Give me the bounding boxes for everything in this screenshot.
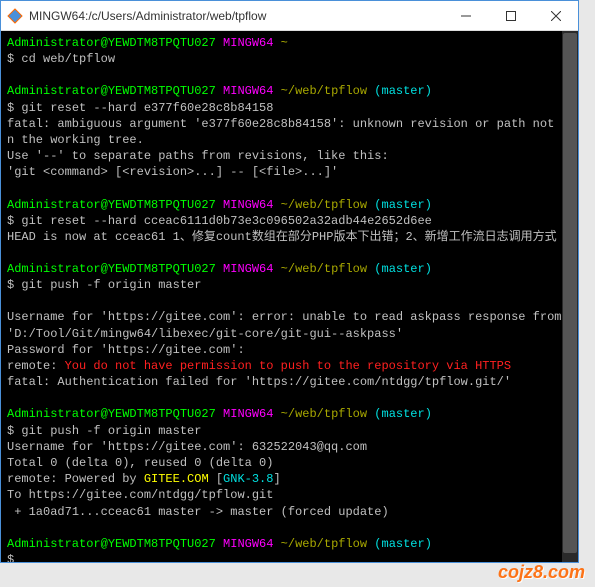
command-line: $ git reset --hard cceac6111d0b73e3c0965… <box>7 213 572 229</box>
output-line: Use '--' to separate paths from revision… <box>7 148 572 164</box>
command-line: $ git reset --hard e377f60e28c8b84158 <box>7 100 572 116</box>
output-line: To https://gitee.com/ntdgg/tpflow.git <box>7 487 572 503</box>
output-line: fatal: Authentication failed for 'https:… <box>7 374 572 390</box>
watermark: cojz8.com <box>498 562 585 583</box>
output-line: fatal: ambiguous argument 'e377f60e28c8b… <box>7 116 572 148</box>
window-title: MINGW64:/c/Users/Administrator/web/tpflo… <box>29 9 443 23</box>
command-line: $ <box>7 552 572 562</box>
minimize-button[interactable] <box>443 1 488 30</box>
titlebar[interactable]: MINGW64:/c/Users/Administrator/web/tpflo… <box>1 1 578 31</box>
prompt-line: Administrator@YEWDTM8TPQTU027 MINGW64 ~ <box>7 35 572 51</box>
maximize-button[interactable] <box>488 1 533 30</box>
prompt-line: Administrator@YEWDTM8TPQTU027 MINGW64 ~/… <box>7 406 572 422</box>
prompt-line: Administrator@YEWDTM8TPQTU027 MINGW64 ~/… <box>7 83 572 99</box>
terminal-output[interactable]: Administrator@YEWDTM8TPQTU027 MINGW64 ~ … <box>1 31 578 562</box>
terminal-window: MINGW64:/c/Users/Administrator/web/tpflo… <box>0 0 579 563</box>
close-button[interactable] <box>533 1 578 30</box>
window-controls <box>443 1 578 30</box>
output-line: HEAD is now at cceac61 1、修复count数组在部分PHP… <box>7 229 572 245</box>
prompt-line: Administrator@YEWDTM8TPQTU027 MINGW64 ~/… <box>7 261 572 277</box>
command-line: $ git push -f origin master <box>7 277 572 293</box>
scroll-thumb[interactable] <box>563 33 577 553</box>
output-line: + 1a0ad71...cceac61 master -> master (fo… <box>7 504 572 520</box>
output-line: Password for 'https://gitee.com': <box>7 342 572 358</box>
app-icon <box>7 8 23 24</box>
output-line: remote: Powered by GITEE.COM [GNK-3.8] <box>7 471 572 487</box>
output-line: Username for 'https://gitee.com': 632522… <box>7 439 572 455</box>
prompt-line: Administrator@YEWDTM8TPQTU027 MINGW64 ~/… <box>7 197 572 213</box>
output-line: remote: You do not have permission to pu… <box>7 358 572 374</box>
output-line: Username for 'https://gitee.com': error:… <box>7 309 572 341</box>
prompt-line: Administrator@YEWDTM8TPQTU027 MINGW64 ~/… <box>7 536 572 552</box>
command-line: $ cd web/tpflow <box>7 51 572 67</box>
output-line: 'git <command> [<revision>...] -- [<file… <box>7 164 572 180</box>
scrollbar[interactable] <box>562 31 578 562</box>
output-line: Total 0 (delta 0), reused 0 (delta 0) <box>7 455 572 471</box>
command-line: $ git push -f origin master <box>7 423 572 439</box>
